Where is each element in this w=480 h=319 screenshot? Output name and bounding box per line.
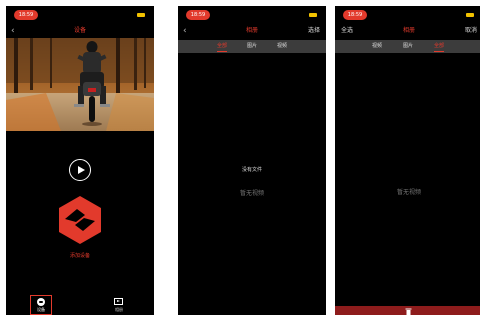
select-button[interactable]: 选择 [308,24,320,38]
album-screen: 18:59 ‹ 相册 选择 全部 图片 视频 没有文件 暂无视频 [178,6,326,315]
filter-tab-all[interactable]: 全部 [429,40,449,53]
filter-tab-videos[interactable]: 视频 [367,40,387,53]
status-bar: 18:59 [6,6,154,26]
empty-state-label: 暂无视频 [239,190,264,197]
status-bar: 18:59 [335,6,480,26]
nav-bar: 全选 相册 取消 [335,24,480,38]
play-button[interactable] [69,159,91,181]
filter-tabs: 视频 图片 全部 [335,40,480,53]
motorcycle-photo [6,38,154,131]
device-screen: 18:59 ‹ 设备 添加设备 设备 相册 [6,6,154,315]
page-title: 相册 [245,27,258,34]
empty-state-label: 暂无视频 [396,189,421,196]
page-title: 设备 [73,27,86,34]
status-time: 18:59 [343,10,367,20]
nav-bar: ‹ 相册 选择 [178,24,326,38]
battery-icon [466,13,474,17]
filter-tab-images[interactable]: 图片 [398,40,418,53]
filter-tab-all[interactable]: 全部 [212,40,232,53]
status-bar: 18:59 [178,6,326,26]
tab-device-label: 设备 [37,307,45,312]
device-icon [37,298,45,306]
album-icon [114,298,123,305]
tab-album[interactable]: 相册 [108,296,130,314]
play-icon [78,166,85,174]
album-select-screen: 18:59 全选 相册 取消 视频 图片 全部 暂无视频 [335,6,480,315]
delete-bar[interactable] [335,306,480,315]
tab-device[interactable]: 设备 [30,295,52,315]
battery-icon [309,13,317,17]
add-device-link[interactable]: 添加设备 [6,252,154,259]
trash-icon[interactable] [405,308,412,315]
filter-tab-images[interactable]: 图片 [242,40,262,53]
logo-icon[interactable] [55,195,105,245]
no-file-text: 没有文件 [241,167,262,173]
status-time: 18:59 [14,10,38,20]
cancel-button[interactable]: 取消 [465,24,477,38]
battery-icon [137,13,145,17]
camera-preview-image[interactable] [6,38,154,131]
status-time: 18:59 [186,10,210,20]
nav-bar: ‹ 设备 [6,24,154,38]
filter-tab-videos[interactable]: 视频 [272,40,292,53]
tab-album-label: 相册 [115,307,123,312]
filter-tabs: 全部 图片 视频 [178,40,326,53]
page-title: 相册 [402,27,415,34]
